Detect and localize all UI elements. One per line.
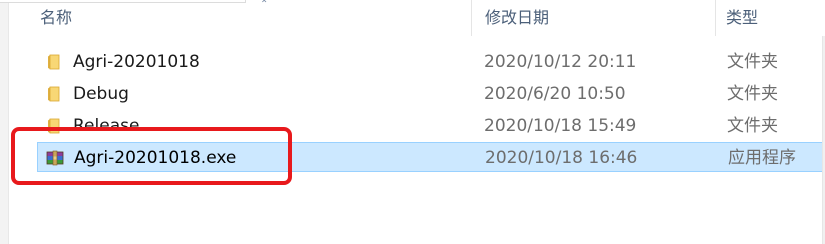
file-row[interactable]: Agri-20201018 2020/10/12 20:11 文件夹	[37, 47, 825, 77]
file-row[interactable]: Release 2020/10/18 15:49 文件夹	[37, 111, 825, 141]
file-type: 文件夹	[727, 116, 778, 136]
file-date-modified: 2020/10/18 16:46	[485, 148, 638, 168]
winrar-exe-icon	[46, 150, 64, 166]
file-name: Release	[73, 116, 140, 136]
file-name: Agri-20201018	[73, 52, 200, 72]
file-date-modified: 2020/10/12 20:11	[484, 52, 637, 72]
column-divider[interactable]	[471, 0, 472, 36]
file-type: 文件夹	[727, 52, 778, 72]
file-date-modified: 2020/10/18 15:49	[484, 116, 637, 136]
column-header-name[interactable]: 名称	[40, 0, 72, 36]
column-header-bar: 名称 ⌃ 修改日期 类型	[9, 0, 825, 36]
file-name: Debug	[73, 84, 129, 104]
file-type: 文件夹	[727, 84, 778, 104]
column-header-type[interactable]: 类型	[726, 0, 758, 36]
column-divider[interactable]	[715, 0, 716, 36]
file-row[interactable]: Debug 2020/6/20 10:50 文件夹	[37, 79, 825, 109]
folder-icon	[48, 118, 60, 134]
file-explorer-view: 名称 ⌃ 修改日期 类型 Agri-20201018 2020/10/12 20…	[0, 0, 825, 244]
folder-icon	[48, 86, 60, 102]
column-header-date-modified[interactable]: 修改日期	[485, 0, 549, 36]
folder-icon	[48, 54, 60, 70]
file-row-selected[interactable]: Agri-20201018.exe 2020/10/18 16:46 应用程序	[37, 142, 825, 172]
sort-up-arrow-icon: ⌃	[260, 0, 269, 10]
navigation-pane-edge[interactable]	[0, 0, 9, 244]
file-name: Agri-20201018.exe	[74, 148, 237, 168]
file-type: 应用程序	[728, 148, 796, 168]
file-date-modified: 2020/6/20 10:50	[484, 84, 626, 104]
